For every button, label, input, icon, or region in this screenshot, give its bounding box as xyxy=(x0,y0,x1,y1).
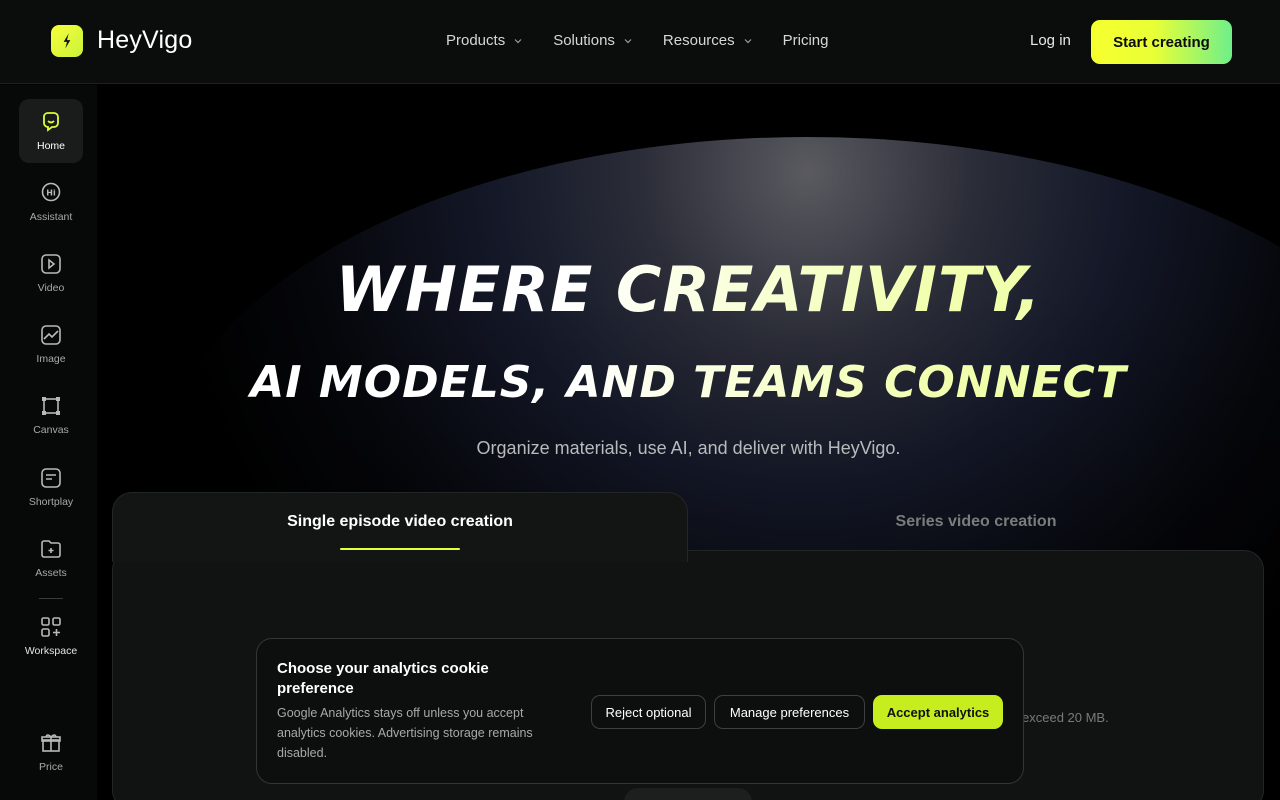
cookie-consent-dialog: Choose your analytics cookie preference … xyxy=(256,638,1024,784)
sidebar-divider xyxy=(39,598,63,599)
image-icon xyxy=(41,325,61,345)
sidebar-item-price[interactable]: Price xyxy=(19,720,83,784)
sidebar-item-shortplay[interactable]: Shortplay xyxy=(19,455,83,519)
sidebar-item-label: Price xyxy=(39,761,63,773)
home-icon xyxy=(43,112,59,132)
sidebar-item-label: Image xyxy=(36,353,66,365)
nav-item-label: Solutions xyxy=(553,32,615,49)
tab-connector xyxy=(113,540,687,560)
video-icon xyxy=(41,254,61,274)
brand-name[interactable]: HeyVigo xyxy=(97,26,192,55)
login-link[interactable]: Log in xyxy=(1030,32,1071,49)
workspace-icon xyxy=(41,617,61,637)
panel-action-button[interactable] xyxy=(624,788,752,800)
logo-mark-icon xyxy=(63,33,71,49)
heyvigo-logo-icon[interactable] xyxy=(51,25,83,57)
cookie-description: Google Analytics stays off unless you ac… xyxy=(277,706,533,760)
shortplay-icon xyxy=(41,468,61,488)
nav-item-pricing[interactable]: Pricing xyxy=(783,32,829,49)
sidebar-item-home[interactable]: Home xyxy=(19,99,83,163)
chevron-down-icon xyxy=(514,38,522,43)
nav-item-label: Products xyxy=(446,32,506,49)
sidebar-item-video[interactable]: Video xyxy=(19,241,83,305)
sidebar-item-workspace[interactable]: Workspace xyxy=(19,604,83,668)
hero-headline-line2: AI Models, and Teams Connect xyxy=(97,357,1280,408)
reject-optional-button[interactable]: Reject optional xyxy=(591,695,706,729)
nav-item-label: Resources xyxy=(662,32,735,49)
sidebar: Home Hi Assistant Video Image Canvas Sho… xyxy=(0,85,97,800)
canvas-icon xyxy=(42,397,60,415)
nav-item-solutions[interactable]: Solutions xyxy=(553,32,633,49)
sidebar-item-label: Assets xyxy=(35,567,67,579)
accept-analytics-button[interactable]: Accept analytics xyxy=(873,695,1003,729)
sidebar-item-label: Shortplay xyxy=(28,496,74,508)
nav-item-products[interactable]: Products xyxy=(446,32,523,49)
nav-item-resources[interactable]: Resources xyxy=(663,32,753,49)
sidebar-item-image[interactable]: Image xyxy=(19,312,83,376)
sidebar-item-label: Assistant xyxy=(29,211,73,223)
active-tab-indicator xyxy=(340,548,460,550)
tab-single-episode-label[interactable]: Single episode video creation xyxy=(112,513,688,531)
sidebar-item-label: Home xyxy=(36,140,65,152)
sidebar-item-label: Video xyxy=(37,282,65,294)
assets-icon xyxy=(41,540,61,558)
svg-text:Hi: Hi xyxy=(46,189,56,198)
tab-series-video[interactable]: Series video creation xyxy=(688,513,1264,531)
sidebar-item-canvas[interactable]: Canvas xyxy=(19,383,83,447)
chevron-down-icon xyxy=(744,38,752,43)
main-nav: Products Solutions Resources Pricing xyxy=(446,32,858,49)
gift-icon xyxy=(41,734,61,752)
sidebar-item-label: Canvas xyxy=(33,424,69,436)
assistant-icon: Hi xyxy=(41,182,61,202)
nav-item-label: Pricing xyxy=(782,32,829,49)
upload-size-hint: exceed 20 MB. xyxy=(1022,710,1109,725)
manage-preferences-button[interactable]: Manage preferences xyxy=(714,695,865,729)
sidebar-item-assistant[interactable]: Hi Assistant xyxy=(19,170,83,234)
top-navbar: HeyVigo Products Solutions Resources Pri… xyxy=(0,0,1280,84)
hero-subtitle: Organize materials, use AI, and deliver … xyxy=(476,438,901,458)
hero-headline-line1: Where Creativity, xyxy=(97,253,1280,326)
start-creating-button[interactable]: Start creating xyxy=(1091,20,1232,64)
cookie-title: Choose your analytics cookie preference xyxy=(277,660,489,697)
chevron-down-icon xyxy=(624,38,632,43)
sidebar-item-assets[interactable]: Assets xyxy=(19,526,83,590)
sidebar-item-label: Workspace xyxy=(24,645,78,657)
